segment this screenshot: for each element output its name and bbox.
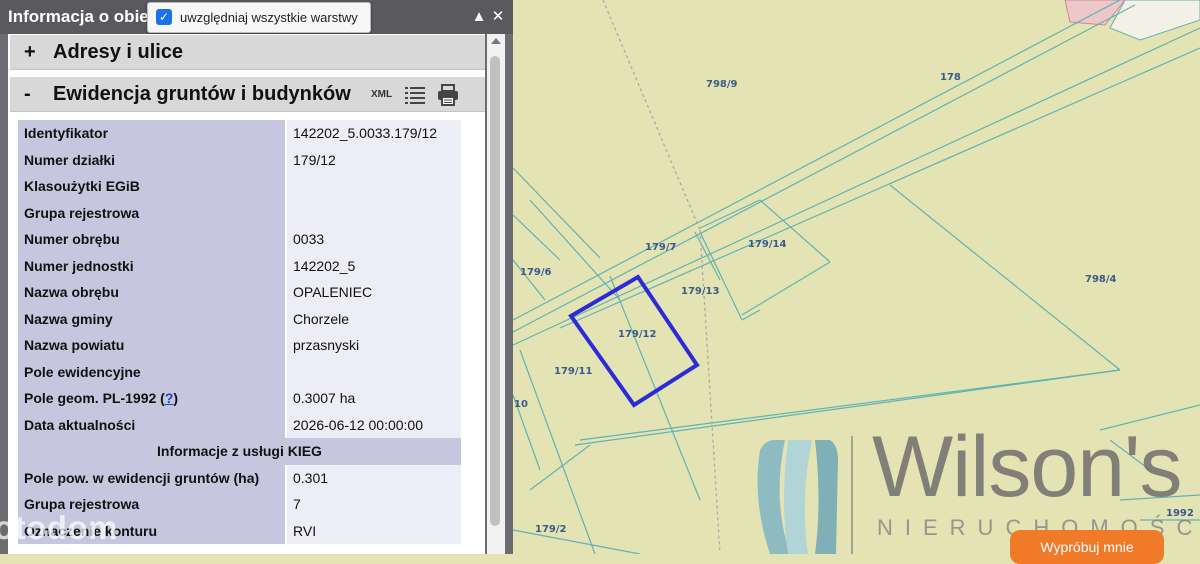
list-icon[interactable] [405,86,425,109]
parcel-label-179-13: 179/13 [681,286,719,297]
attr-key-text: Pole geom. PL-1992 ( [24,390,165,407]
xml-export-button[interactable]: XML [371,89,392,100]
attr-key: Data aktualności [18,411,287,438]
wilsons-logo-mark [757,440,838,554]
table-row: Nazwa gminy Chorzele [18,305,461,332]
panel-scrollbar[interactable] [487,34,505,554]
attr-value: OPALENIEC [286,279,461,306]
parcel-label-179-2: 179/2 [535,524,567,535]
attr-value: 0.3007 ha [286,385,461,412]
attr-value [286,199,461,226]
section-title-land-registry: Ewidencja gruntów i budynków [53,83,351,105]
collapse-sign[interactable]: - [24,83,31,106]
kieg-header: Informacje z usługi KIEG [18,438,461,465]
layers-checkbox-label: uwzględniaj wszystkie warstwy [180,10,358,25]
section-title-addresses: Adresy i ulice [53,41,184,63]
attr-key: Numer działki [18,146,287,173]
table-row: Pole ewidencyjne [18,358,461,385]
table-row: Numer jednostki 142202_5 [18,252,461,279]
attr-key: Klasoużytki EGiB [18,173,287,200]
parcel-label-798-4: 798/4 [1085,274,1117,285]
info-panel: Informacja o obiekcie ▲ ✕ ✓ uwzględniaj … [0,0,513,554]
otodom-watermark: otodom [0,509,118,546]
parcel-label-179-7: 179/7 [645,242,677,253]
scroll-up-arrow-icon[interactable] [491,38,501,44]
attr-key: Grupa rejestrowa [18,199,287,226]
attr-key: Pole geom. PL-1992 (?) [18,385,287,412]
panel-content: + Adresy i ulice - Ewidencja gruntów i b… [8,34,485,554]
table-subheader-row: Informacje z usługi KIEG [18,438,461,465]
attr-key: Numer obrębu [18,226,287,253]
attr-value: 179/12 [286,146,461,173]
parcel-label-798-9: 798/9 [706,79,738,90]
attr-value: przasnyski [286,332,461,359]
wilsons-brand-text: Wilson's [872,419,1182,515]
attr-value [286,173,461,200]
expand-sign[interactable]: + [24,41,36,64]
attr-value: Chorzele [286,305,461,332]
scrollbar-thumb[interactable] [490,56,500,526]
table-row: Identyfikator 142202_5.0033.179/12 [18,120,461,147]
attr-key: Nazwa obrębu [18,279,287,306]
attr-key: Nazwa gminy [18,305,287,332]
attr-value: 142202_5.0033.179/12 [286,120,461,147]
table-row: Pole geom. PL-1992 (?) 0.3007 ha [18,385,461,412]
parcel-label-179-12: 179/12 [618,329,656,340]
attr-key: Pole ewidencyjne [18,358,287,385]
table-row: Numer działki 179/12 [18,146,461,173]
parcel-label-178: 178 [940,72,961,83]
attr-value [286,358,461,385]
section-land-registry[interactable]: - Ewidencja gruntów i budynków XML [10,77,485,112]
section-addresses[interactable]: + Adresy i ulice [10,35,485,70]
table-row: Numer obrębu 0033 [18,226,461,253]
attr-value: 142202_5 [286,252,461,279]
attr-key: Nazwa powiatu [18,332,287,359]
table-row: Pole pow. w ewidencji gruntów (ha) 0.301 [18,464,461,491]
attr-key-suffix: ) [173,390,179,407]
close-icon[interactable]: ✕ [489,8,507,26]
table-row: Grupa rejestrowa [18,199,461,226]
layers-checkbox-popup[interactable]: ✓ uwzględniaj wszystkie warstwy [147,2,371,33]
printer-icon[interactable] [437,84,459,111]
attr-value: RVI [286,517,461,544]
table-row: Nazwa powiatu przasnyski [18,332,461,359]
chevron-up-icon[interactable]: ▲ [470,8,488,26]
attr-key: Pole pow. w ewidencji gruntów (ha) [18,464,287,491]
panel-header: Informacja o obiekcie ▲ ✕ ✓ uwzględniaj … [0,0,513,34]
attr-value: 0.301 [286,464,461,491]
parcel-label-179-11: 179/11 [554,366,592,377]
attr-value: 0033 [286,226,461,253]
table-row: Klasoużytki EGiB [18,173,461,200]
table-row: Nazwa obrębu OPALENIEC [18,279,461,306]
parcel-label-179-14: 179/14 [748,239,786,250]
try-me-button[interactable]: Wypróbuj mnie [1010,530,1164,564]
attr-key: Identyfikator [18,120,287,147]
parcel-label-10: 10 [514,399,528,410]
parcel-label-179-6: 179/6 [520,267,552,278]
table-row: Data aktualności 2026-06-12 00:00:00 [18,411,461,438]
attr-key: Numer jednostki [18,252,287,279]
attr-value: 7 [286,491,461,518]
attr-value: 2026-06-12 00:00:00 [286,411,461,438]
attributes-table: Identyfikator 142202_5.0033.179/12 Numer … [18,120,461,544]
checkbox-checked-icon[interactable]: ✓ [156,9,172,25]
